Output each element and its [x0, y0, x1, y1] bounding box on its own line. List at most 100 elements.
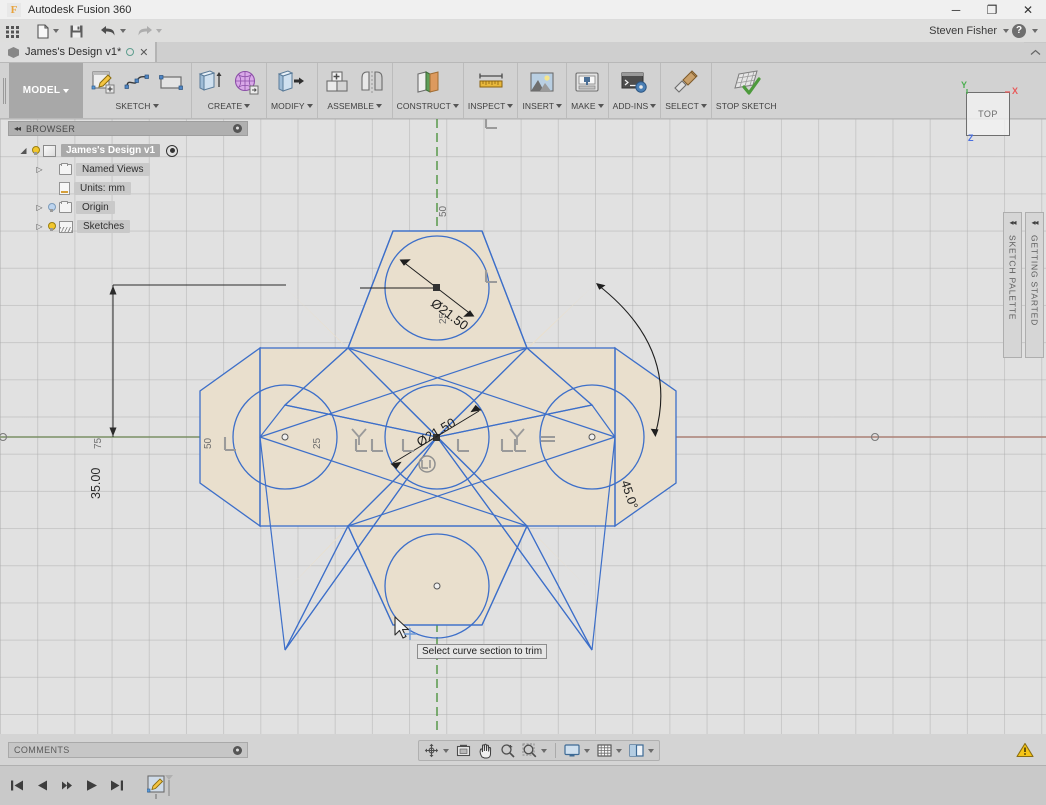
- create-sketch-button[interactable]: [87, 66, 119, 98]
- ribbon-group-label[interactable]: ASSEMBLE: [327, 101, 382, 111]
- sketch-label: SKETCH: [115, 101, 151, 111]
- visibility-bulb-icon[interactable]: [45, 221, 57, 233]
- save-button[interactable]: [64, 21, 89, 42]
- comments-settings-button[interactable]: ●: [233, 745, 242, 755]
- browser-item-label: Sketches: [77, 220, 131, 233]
- ribbon-group-label[interactable]: MAKE: [571, 101, 604, 111]
- chevron-down-icon[interactable]: [1032, 29, 1038, 33]
- pan-hand-icon: [479, 743, 492, 758]
- browser-item-named-views[interactable]: ▷ Named Views: [8, 160, 248, 179]
- quick-access-toolbar: Steven Fisher ?: [0, 20, 1046, 43]
- ribbon-group-label[interactable]: CREATE: [208, 101, 251, 111]
- help-icon[interactable]: ?: [1012, 24, 1026, 38]
- browser-item-root[interactable]: ◢ James's Design v1: [8, 141, 248, 160]
- view-cube[interactable]: TOP Y X Z: [950, 80, 1020, 150]
- close-icon[interactable]: ✕: [139, 46, 148, 59]
- ribbon-group-label[interactable]: INSERT: [522, 101, 563, 111]
- measure-button[interactable]: [475, 66, 507, 98]
- chevron-down-icon[interactable]: [443, 748, 449, 753]
- visibility-bulb-icon[interactable]: [45, 202, 57, 214]
- expand-arrow-icon[interactable]: ▷: [34, 203, 45, 212]
- expand-arrow-icon[interactable]: ▷: [34, 165, 45, 174]
- skip-to-start-icon: [10, 780, 23, 791]
- ribbon-group-label[interactable]: SKETCH: [115, 101, 159, 111]
- select-label: SELECT: [665, 101, 699, 111]
- joint-button[interactable]: [356, 66, 388, 98]
- timeline-feature-sketch1[interactable]: [146, 773, 177, 799]
- browser-header: ◂◂ BROWSER ●: [8, 121, 248, 136]
- timeline-step-back[interactable]: [33, 776, 50, 796]
- mesh-button[interactable]: [230, 66, 262, 98]
- 3d-print-button[interactable]: [571, 66, 603, 98]
- viewports-button[interactable]: [626, 741, 657, 760]
- visibility-bulb-icon[interactable]: [29, 145, 41, 157]
- expand-arrow-icon[interactable]: ◢: [18, 146, 29, 155]
- warning-indicator[interactable]: [1016, 742, 1034, 758]
- new-file-button[interactable]: [31, 21, 64, 42]
- extrude-button[interactable]: [196, 66, 228, 98]
- browser-settings-button[interactable]: ●: [233, 124, 242, 133]
- chevron-down-icon[interactable]: [584, 748, 590, 753]
- rectangle-button[interactable]: [155, 66, 187, 98]
- chevron-down-icon[interactable]: [1003, 29, 1009, 33]
- comments-panel[interactable]: COMMENTS ●: [8, 742, 248, 758]
- ribbon-group-label[interactable]: STOP SKETCH: [716, 101, 777, 111]
- offset-plane-icon: [417, 71, 439, 93]
- browser-collapse-button[interactable]: ◂◂: [14, 124, 21, 133]
- browser-item-units[interactable]: Units: mm: [8, 179, 248, 198]
- fit-button[interactable]: [519, 741, 550, 760]
- pan-button[interactable]: [475, 741, 496, 760]
- display-settings-button[interactable]: [561, 741, 593, 760]
- timeline-step-forward[interactable]: [58, 776, 75, 796]
- zoom-button[interactable]: [497, 741, 518, 760]
- press-pull-button[interactable]: [276, 66, 308, 98]
- insert-image-button[interactable]: [526, 66, 558, 98]
- chevron-down-icon: [152, 104, 159, 108]
- scripts-addins-button[interactable]: [618, 66, 650, 98]
- undo-button[interactable]: [95, 21, 131, 42]
- collapse-ribbon-button[interactable]: [1024, 42, 1046, 62]
- ribbon-group-label[interactable]: ADD-INS: [613, 101, 657, 111]
- getting-started-tab[interactable]: ◂◂ GETTING STARTED: [1025, 212, 1044, 358]
- expand-arrow-icon[interactable]: ▷: [34, 222, 45, 231]
- minimize-button[interactable]: ─: [938, 0, 974, 20]
- user-name-label[interactable]: Steven Fisher: [929, 25, 997, 37]
- look-at-button[interactable]: [453, 741, 474, 760]
- close-button[interactable]: ✕: [1010, 0, 1046, 20]
- ribbon-group-label[interactable]: INSPECT: [468, 101, 514, 111]
- timeline-go-to-end[interactable]: [108, 776, 125, 796]
- document-tab[interactable]: James's Design v1* ✕: [0, 42, 157, 62]
- file-icon: [37, 23, 49, 39]
- chevron-down-icon: [507, 104, 514, 108]
- chevron-down-icon[interactable]: [648, 748, 654, 753]
- app-grid-button[interactable]: [0, 21, 25, 42]
- measure-icon: [479, 73, 503, 88]
- offset-plane-button[interactable]: [412, 66, 444, 98]
- activate-component-radio[interactable]: [166, 144, 179, 157]
- sketch-palette-tab[interactable]: ◂◂ SKETCH PALETTE: [1003, 212, 1022, 358]
- timeline-go-to-beginning[interactable]: [8, 776, 25, 796]
- workspace-switcher[interactable]: MODEL: [9, 63, 83, 118]
- ribbon-group-label[interactable]: SELECT: [665, 101, 707, 111]
- chevron-down-icon[interactable]: [616, 748, 622, 753]
- save-icon: [70, 25, 83, 37]
- spline-button[interactable]: [121, 66, 153, 98]
- grid-snaps-button[interactable]: [594, 741, 625, 760]
- maximize-button[interactable]: ❐: [974, 0, 1010, 20]
- toolbar-drag-handle[interactable]: [0, 63, 9, 118]
- getting-started-label: GETTING STARTED: [1029, 235, 1040, 327]
- ribbon-group-label[interactable]: CONSTRUCT: [397, 101, 459, 111]
- new-component-button[interactable]: [322, 66, 354, 98]
- step-forward-icon: [61, 781, 72, 790]
- orbit-button[interactable]: [421, 741, 452, 760]
- browser-title: BROWSER: [26, 123, 76, 134]
- stop-sketch-button[interactable]: [730, 66, 762, 98]
- play-icon: [86, 780, 97, 791]
- timeline-play[interactable]: [83, 776, 100, 796]
- ribbon-group-label[interactable]: MODIFY: [271, 101, 313, 111]
- browser-item-sketches[interactable]: ▷ Sketches: [8, 217, 248, 236]
- select-button[interactable]: [670, 66, 702, 98]
- browser-item-origin[interactable]: ▷ Origin: [8, 198, 248, 217]
- redo-button[interactable]: [131, 21, 167, 42]
- chevron-down-icon[interactable]: [541, 748, 547, 753]
